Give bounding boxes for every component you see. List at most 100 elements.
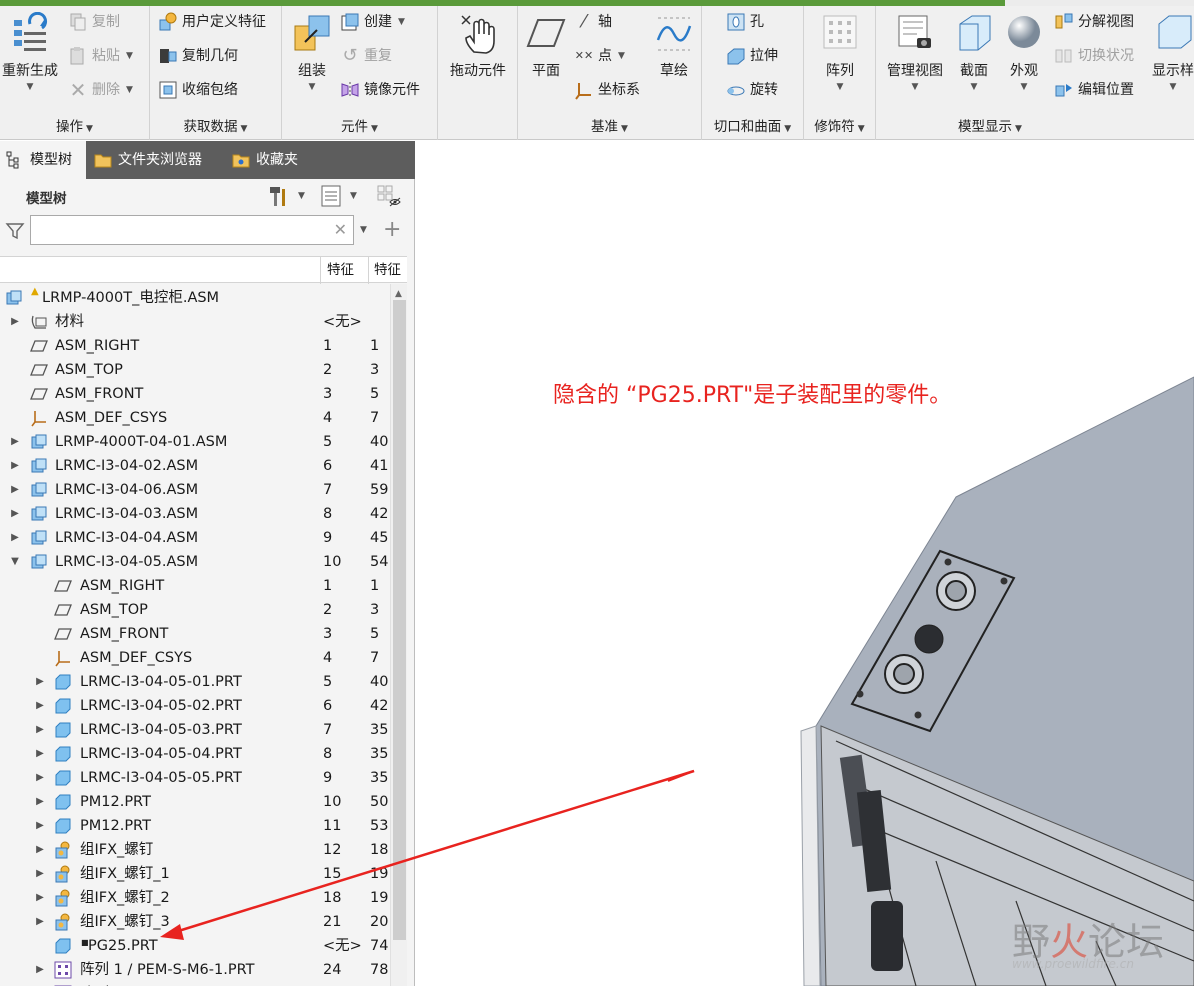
paste-button[interactable]: 粘贴 ▼ (68, 44, 133, 68)
expand-right-icon[interactable]: ▶ (34, 670, 46, 694)
drag-component-button[interactable]: 拖动元件 (442, 12, 514, 80)
group-label-get-data[interactable]: 获取数据 ▼ (150, 115, 281, 135)
tree-row[interactable]: ▼ LRMC-I3-04-05.ASM 10 54 (0, 550, 390, 574)
expand-right-icon[interactable]: ▶ (9, 310, 21, 334)
tree-row[interactable]: ▶ 阵列 1 / PEM-S-M6-1.PRT 24 78 (0, 958, 390, 982)
tree-settings-button[interactable]: ▼ (266, 183, 305, 209)
expand-right-icon[interactable]: ▶ (34, 862, 46, 886)
tree-row[interactable]: ▶ LRMC-I3-04-02.ASM 6 41 (0, 454, 390, 478)
column-header-feature-id[interactable]: 特征 (320, 257, 368, 284)
expand-right-icon[interactable]: ▶ (34, 838, 46, 862)
expand-right-icon[interactable]: ▶ (34, 742, 46, 766)
group-label-model-display[interactable]: 模型显示 ▼ (876, 115, 1104, 135)
graphics-viewport[interactable]: 隐含的 “PG25.PRT"是子装配里的零件。 野火论坛 www.proewil… (416, 141, 1194, 986)
tree-row[interactable]: ▶ LRMC-I3-04-05-03.PRT 7 35 (0, 718, 390, 742)
expand-right-icon[interactable]: ▶ (9, 454, 21, 478)
expand-down-icon[interactable]: ▼ (9, 550, 21, 574)
tree-row[interactable]: ASM_DEF_CSYS 4 7 (0, 646, 390, 670)
expand-right-icon[interactable]: ▶ (9, 502, 21, 526)
tree-row[interactable]: ▶ 阵列 2 / PEM-S-M6-1.PRT 27 79 (0, 982, 390, 986)
visibility-toggle-button[interactable] (376, 183, 402, 209)
tree-search-field[interactable] (31, 216, 321, 242)
tree-row[interactable]: ▶ 材料 <无> (0, 310, 390, 334)
expand-right-icon[interactable]: ▶ (34, 814, 46, 838)
expand-right-icon[interactable]: ▶ (34, 766, 46, 790)
expand-right-icon[interactable]: ▶ (34, 790, 46, 814)
tree-row[interactable]: ■ PG25.PRT <无> 74 (0, 934, 390, 958)
group-label-components[interactable]: 元件 ▼ (282, 115, 437, 135)
sketch-button[interactable]: 草绘 (650, 12, 698, 80)
appearance-button[interactable]: 外观 ▼ (1002, 12, 1046, 92)
udf-button[interactable]: 用户定义特征 (158, 10, 266, 34)
expand-right-icon[interactable]: ▶ (34, 982, 46, 986)
edit-position-button[interactable]: 编辑位置 (1054, 78, 1134, 102)
expand-right-icon[interactable]: ▶ (9, 526, 21, 550)
clear-icon[interactable]: ✕ (334, 220, 347, 239)
expand-right-icon[interactable]: ▶ (34, 694, 46, 718)
tree-row[interactable]: ▶ LRMC-I3-04-05-01.PRT 5 40 (0, 670, 390, 694)
group-label-modifiers[interactable]: 修饰符 ▼ (804, 115, 875, 135)
pattern-button[interactable]: 阵列 ▼ (812, 12, 868, 92)
tree-row[interactable]: ▶ LRMP-4000T-04-01.ASM 5 40 (0, 430, 390, 454)
tree-row[interactable]: ▶ LRMC-I3-04-05-05.PRT 9 35 (0, 766, 390, 790)
create-button[interactable]: 创建 ▼ (340, 10, 405, 34)
tab-favorites[interactable]: 收藏夹 (226, 141, 326, 179)
expand-right-icon[interactable]: ▶ (34, 886, 46, 910)
column-header-feature-number[interactable]: 特征 (368, 257, 408, 284)
exploded-view-button[interactable]: 分解视图 (1054, 10, 1134, 34)
add-filter-plus-icon[interactable]: + (383, 217, 401, 242)
tree-row[interactable]: ▲ LRMP-4000T_电控柜.ASM (0, 286, 390, 310)
tree-row[interactable]: ASM_TOP 2 3 (0, 598, 390, 622)
plane-button[interactable]: 平面 (522, 12, 570, 80)
group-label-cut-surface[interactable]: 切口和曲面 ▼ (702, 115, 803, 135)
copy-geometry-button[interactable]: 复制几何 (158, 44, 238, 68)
delete-button[interactable]: ✕ 删除 ▼ (68, 78, 133, 102)
regenerate-button[interactable]: 重新生成 ▼ (0, 12, 60, 92)
shrinkwrap-button[interactable]: 收缩包络 (158, 78, 238, 102)
tree-row[interactable]: ▶ 组IFX_螺钉_3 21 20 (0, 910, 390, 934)
tree-row[interactable]: ▶ 组IFX_螺钉_1 15 19 (0, 862, 390, 886)
tab-model-tree[interactable]: 模型树 (0, 141, 86, 179)
expand-right-icon[interactable]: ▶ (34, 958, 46, 982)
assemble-button[interactable]: 组装 ▼ (288, 12, 336, 92)
tree-row[interactable]: ▶ LRMC-I3-04-04.ASM 9 45 (0, 526, 390, 550)
axis-button[interactable]: ⁄ 轴 (574, 10, 612, 34)
filter-funnel-icon[interactable] (5, 221, 25, 241)
tree-vertical-scrollbar[interactable]: ▲ (390, 284, 407, 986)
scrollbar-thumb[interactable] (393, 300, 406, 940)
tree-row[interactable]: ▶ LRMC-I3-04-05-02.PRT 6 42 (0, 694, 390, 718)
expand-right-icon[interactable]: ▶ (34, 910, 46, 934)
tree-search-input[interactable]: ✕ (30, 215, 354, 245)
expand-right-icon[interactable]: ▶ (9, 430, 21, 454)
filter-dropdown-chevron-icon[interactable]: ▼ (360, 225, 367, 235)
tree-row[interactable]: ▶ LRMC-I3-04-05-04.PRT 8 35 (0, 742, 390, 766)
tree-row[interactable]: ASM_DEF_CSYS 4 7 (0, 406, 390, 430)
section-button[interactable]: 截面 ▼ (952, 12, 996, 92)
tree-row[interactable]: ASM_FRONT 3 5 (0, 622, 390, 646)
expand-right-icon[interactable]: ▶ (34, 718, 46, 742)
mirror-component-button[interactable]: 镜像元件 (340, 78, 420, 102)
tree-row[interactable]: ASM_TOP 2 3 (0, 358, 390, 382)
manage-views-button[interactable]: 管理视图 ▼ (880, 12, 950, 92)
show-menu-button[interactable]: ▼ (320, 183, 357, 209)
extrude-button[interactable]: 拉伸 (726, 44, 778, 68)
tree-row[interactable]: ▶ PM12.PRT 11 53 (0, 814, 390, 838)
tree-row[interactable]: ▶ LRMC-I3-04-03.ASM 8 42 (0, 502, 390, 526)
tree-row[interactable]: ▶ 组IFX_螺钉 12 18 (0, 838, 390, 862)
scroll-up-arrow-icon[interactable]: ▲ (395, 289, 402, 299)
expand-right-icon[interactable]: ▶ (9, 478, 21, 502)
group-label-datum[interactable]: 基准 ▼ (518, 115, 701, 135)
display-style-button[interactable]: 显示样 ▼ (1148, 12, 1194, 92)
hole-button[interactable]: 孔 (726, 10, 764, 34)
csys-button[interactable]: 坐标系 (574, 78, 640, 102)
tree-row[interactable]: ASM_RIGHT 1 1 (0, 334, 390, 358)
copy-button[interactable]: 复制 (68, 10, 120, 34)
tree-row[interactable]: ASM_FRONT 3 5 (0, 382, 390, 406)
tree-row[interactable]: ASM_RIGHT 1 1 (0, 574, 390, 598)
tree-row[interactable]: ▶ PM12.PRT 10 50 (0, 790, 390, 814)
tree-row[interactable]: ▶ 组IFX_螺钉_2 18 19 (0, 886, 390, 910)
repeat-button[interactable]: ↺ 重复 (340, 44, 392, 68)
revolve-button[interactable]: 旋转 (726, 78, 778, 102)
point-button[interactable]: ✕✕ 点 ▼ (574, 44, 625, 68)
group-label-operations[interactable]: 操作 ▼ (0, 115, 149, 135)
